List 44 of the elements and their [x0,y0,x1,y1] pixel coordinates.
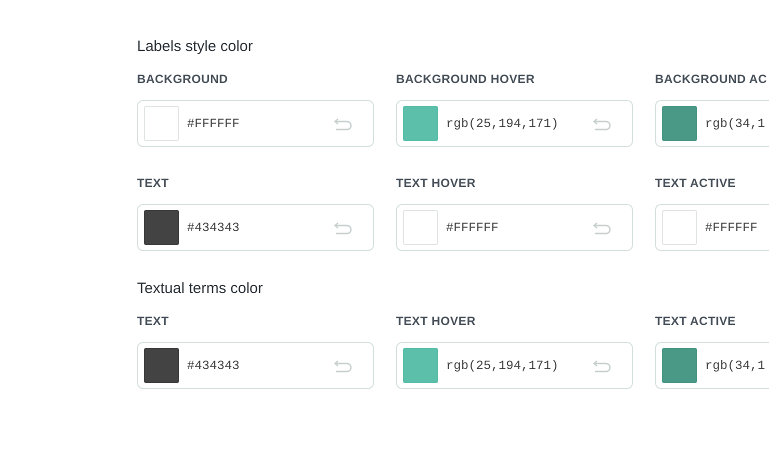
color-value: #434343 [187,220,241,234]
color-swatch[interactable] [662,210,697,245]
section-title: Textual terms color [137,279,264,299]
color-swatch[interactable] [403,106,438,141]
color-value: rgb(25,194,171) [446,358,560,372]
field-label: BACKGROUND [137,71,229,87]
undo-icon[interactable] [592,220,612,234]
undo-icon[interactable] [592,358,612,372]
color-value: #FFFFFF [187,116,241,130]
color-value: #FFFFFF [446,220,500,234]
field-label: TEXT [137,313,170,329]
color-swatch[interactable] [144,210,179,245]
color-swatch[interactable] [403,348,438,383]
color-swatch[interactable] [662,348,697,383]
color-input-field[interactable]: #434343 [137,204,374,251]
color-value: #FFFFFF [705,220,759,234]
section-title: Labels style color [137,37,254,57]
field-label: BACKGROUND AC [655,71,768,87]
color-value: #434343 [187,358,241,372]
color-swatch[interactable] [144,348,179,383]
undo-icon[interactable] [333,358,353,372]
color-input-field[interactable]: rgb(34,1 [655,100,769,147]
color-swatch[interactable] [403,210,438,245]
field-label: TEXT [137,175,170,191]
field-label: TEXT ACTIVE [655,313,737,329]
color-value: rgb(25,194,171) [446,116,560,130]
color-swatch[interactable] [144,106,179,141]
color-input-field[interactable]: #434343 [137,342,374,389]
field-label: TEXT HOVER [396,313,477,329]
field-label: TEXT HOVER [396,175,477,191]
field-label: BACKGROUND HOVER [396,71,536,87]
color-input-field[interactable]: rgb(34,1 [655,342,769,389]
color-value: rgb(34,1 [705,116,766,130]
color-input-field[interactable]: #FFFFFF [396,204,633,251]
color-input-field[interactable]: rgb(25,194,171) [396,100,633,147]
color-input-field[interactable]: rgb(25,194,171) [396,342,633,389]
undo-icon[interactable] [333,220,353,234]
color-swatch[interactable] [662,106,697,141]
undo-icon[interactable] [592,116,612,130]
color-input-field[interactable]: #FFFFFF [655,204,769,251]
color-input-field[interactable]: #FFFFFF [137,100,374,147]
color-value: rgb(34,1 [705,358,766,372]
undo-icon[interactable] [333,116,353,130]
field-label: TEXT ACTIVE [655,175,737,191]
